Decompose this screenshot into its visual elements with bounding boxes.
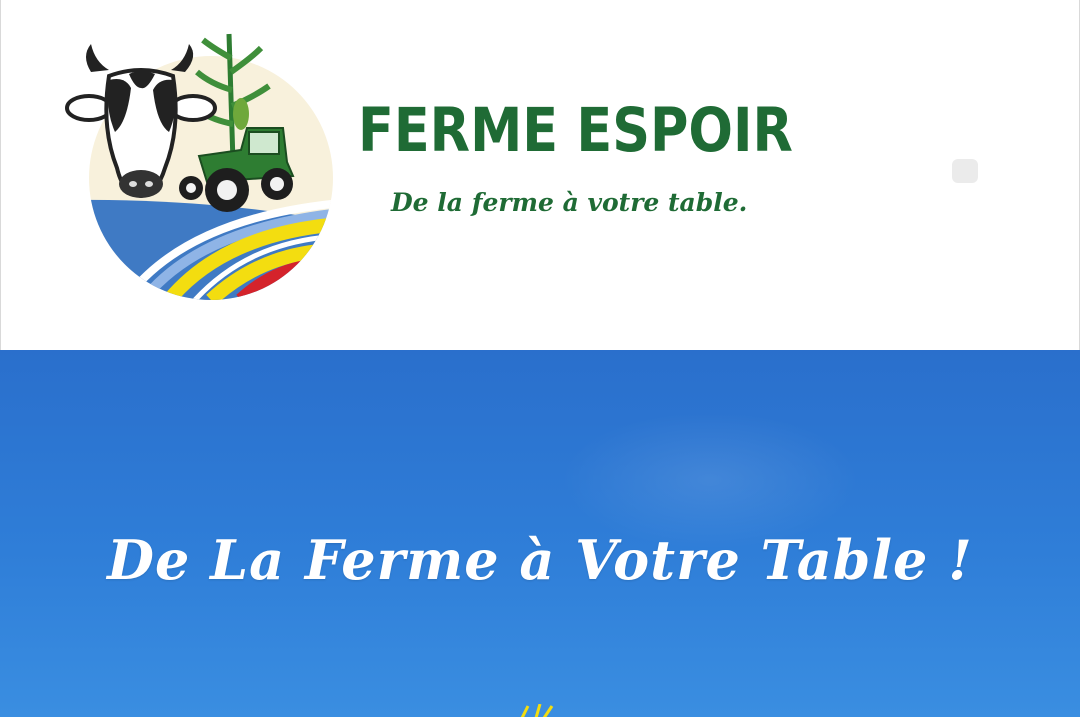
brand-name: FERME ESPOIR bbox=[358, 95, 793, 166]
sun-icon bbox=[520, 704, 554, 717]
farm-logo-icon[interactable] bbox=[65, 28, 341, 300]
hero-banner: De La Ferme à Votre Table ! bbox=[0, 350, 1080, 717]
hero-title: De La Ferme à Votre Table ! bbox=[107, 528, 973, 592]
menu-icon[interactable] bbox=[952, 159, 978, 183]
brand-tagline: De la ferme à votre table. bbox=[391, 188, 748, 217]
site-header: FERME ESPOIR De la ferme à votre table. bbox=[0, 0, 1080, 350]
